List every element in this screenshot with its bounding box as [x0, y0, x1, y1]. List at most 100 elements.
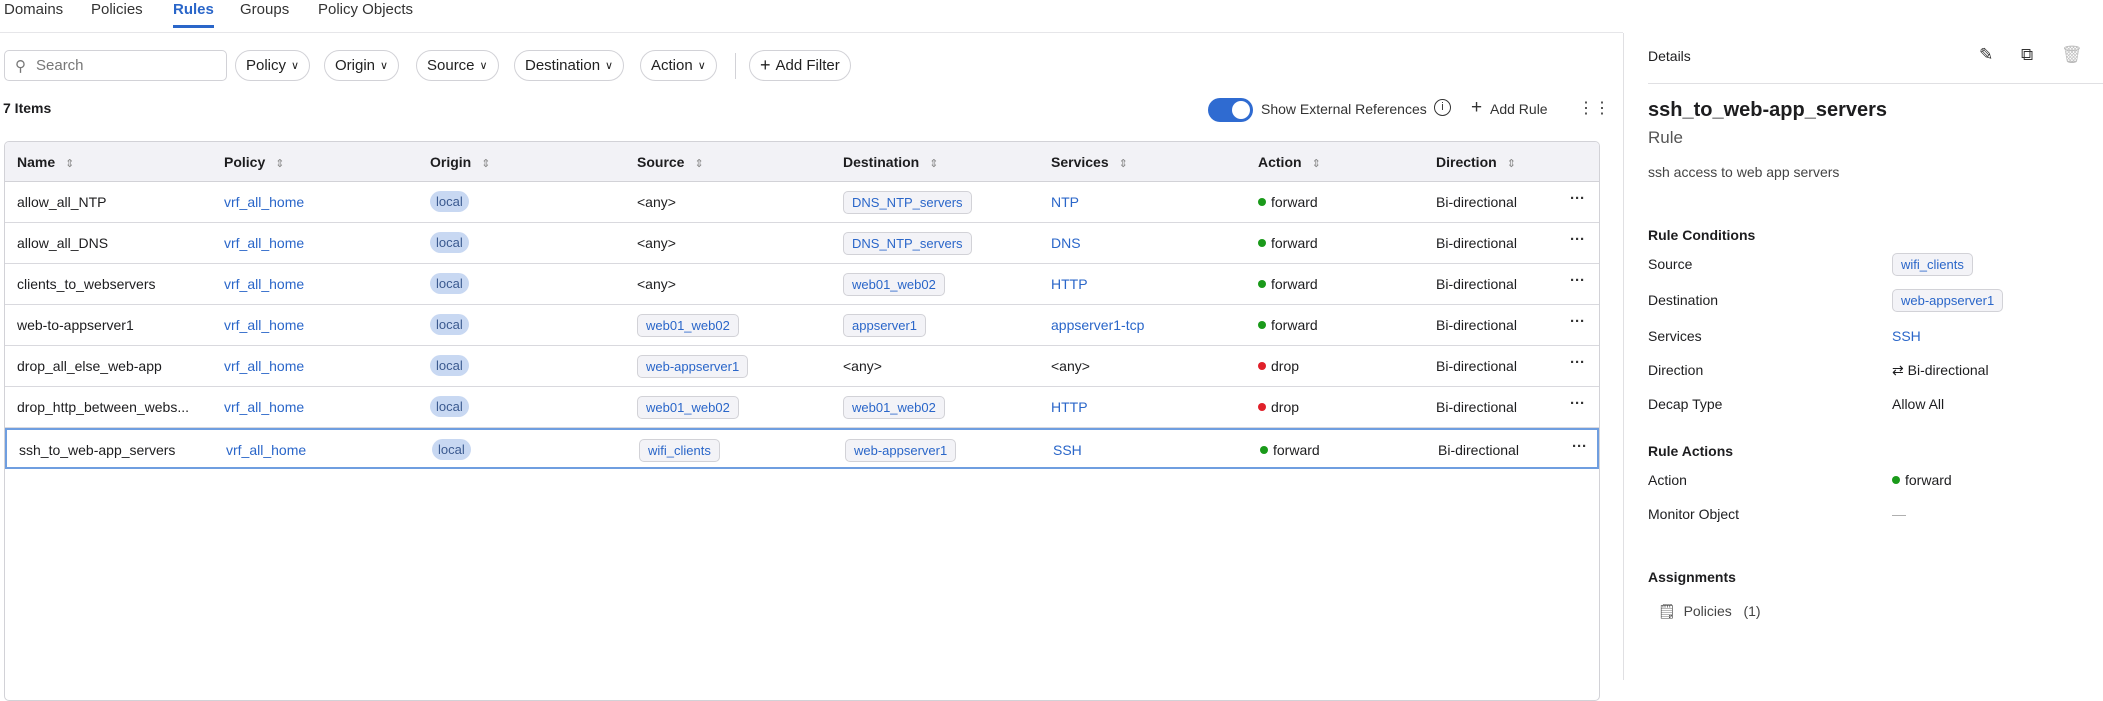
more-options-icon[interactable]: ··· — [1570, 190, 1585, 207]
sort-icon[interactable]: ⇕ — [694, 158, 703, 170]
add-rule-button[interactable]: Add Rule — [1490, 101, 1548, 117]
more-options-icon[interactable]: ··· — [1570, 395, 1585, 412]
more-options-icon[interactable]: ··· — [1570, 272, 1585, 289]
services-label: Services — [1648, 328, 1702, 344]
policy-link[interactable]: vrf_all_home — [224, 235, 304, 251]
tab-policies[interactable]: Policies — [91, 1, 143, 18]
more-options-icon[interactable]: ··· — [1572, 438, 1587, 455]
source-tag[interactable]: web01_web02 — [637, 314, 739, 337]
search-input[interactable]: ⚲ Search — [4, 50, 227, 81]
destination-tag[interactable]: web-appserver1 — [1892, 289, 2004, 312]
policy-link[interactable]: vrf_all_home — [226, 442, 306, 458]
table-row[interactable]: web-to-appserver1 vrf_all_home local web… — [5, 305, 1599, 346]
source-tag[interactable]: wifi_clients — [639, 439, 720, 462]
column-header-policy[interactable]: Policy ⇕ — [224, 154, 284, 170]
source-value: <any> — [637, 276, 676, 292]
filter-action[interactable]: Action ∨ — [640, 50, 717, 81]
search-icon: ⚲ — [15, 57, 26, 75]
copy-icon[interactable]: ⧉ — [2021, 45, 2033, 65]
filter-policy[interactable]: Policy ∨ — [235, 50, 311, 81]
table-header: Name ⇕ Policy ⇕ Origin ⇕ Source ⇕ Destination ⇕ Se… — [5, 142, 1599, 182]
decap-type-value: Allow All — [1892, 396, 1945, 412]
table-row[interactable]: drop_all_else_web-app vrf_all_home local… — [5, 346, 1599, 387]
policy-link[interactable]: vrf_all_home — [224, 276, 304, 292]
column-header-direction[interactable]: Direction ⇕ — [1436, 154, 1516, 170]
action-value: forward — [1258, 194, 1318, 210]
services-value[interactable]: NTP — [1051, 194, 1079, 210]
policy-link[interactable]: vrf_all_home — [224, 317, 304, 333]
edit-icon[interactable]: ✎ — [1979, 45, 1993, 65]
items-count: 7 Items — [3, 100, 52, 116]
add-filter-button[interactable]: + Add Filter — [749, 50, 851, 81]
policy-link[interactable]: vrf_all_home — [224, 358, 304, 374]
column-header-name[interactable]: Name ⇕ — [17, 154, 74, 170]
plus-icon: + — [760, 55, 771, 75]
filter-source[interactable]: Source ∨ — [416, 50, 499, 81]
monitor-object-label: Monitor Object — [1648, 506, 1740, 522]
origin-badge: local — [430, 232, 469, 253]
table-row[interactable]: allow_all_NTP vrf_all_home local <any> DN… — [5, 182, 1599, 223]
sort-icon[interactable]: ⇕ — [1119, 158, 1128, 170]
filter-destination[interactable]: Destination ∨ — [514, 50, 625, 81]
direction-label: Direction — [1648, 362, 1704, 378]
origin-badge: local — [430, 355, 469, 376]
action-value: forward — [1258, 235, 1318, 251]
policy-link[interactable]: vrf_all_home — [224, 399, 304, 415]
chevron-down-icon: ∨ — [697, 60, 706, 72]
more-options-icon[interactable]: ··· — [1570, 313, 1585, 330]
show-external-references-toggle[interactable] — [1208, 98, 1253, 122]
filter-origin[interactable]: Origin ∨ — [324, 50, 400, 81]
status-dot — [1892, 476, 1900, 484]
more-options-icon[interactable]: ··· — [1570, 354, 1585, 371]
sort-icon[interactable]: ⇕ — [1507, 158, 1516, 170]
details-header: Details — [1648, 48, 1691, 64]
table-row[interactable]: allow_all_DNS vrf_all_home local <any> DN… — [5, 223, 1599, 264]
destination-tag[interactable]: DNS_NTP_servers — [843, 232, 972, 255]
services-value[interactable]: HTTP — [1051, 276, 1088, 292]
sort-icon[interactable]: ⇕ — [275, 158, 284, 170]
table-row[interactable]: ssh_to_web-app_servers vrf_all_home loca… — [5, 428, 1599, 469]
destination-tag[interactable]: web01_web02 — [843, 396, 945, 419]
source-tag[interactable]: web-appserver1 — [637, 355, 749, 378]
direction-value: Bi-directional — [1436, 399, 1517, 415]
column-header-source[interactable]: Source ⇕ — [637, 154, 704, 170]
policies-assignment[interactable]: 🗒 Policies (1) — [1658, 603, 1761, 620]
sort-icon[interactable]: ⇕ — [481, 158, 490, 170]
destination-tag[interactable]: appserver1 — [843, 314, 927, 337]
destination-tag[interactable]: web-appserver1 — [845, 439, 957, 462]
rule-name: web-to-appserver1 — [17, 317, 134, 333]
monitor-object-value: — — [1892, 506, 1906, 522]
column-header-origin[interactable]: Origin ⇕ — [430, 154, 490, 170]
column-header-action[interactable]: Action ⇕ — [1258, 154, 1321, 170]
services-value[interactable]: appserver1-tcp — [1051, 317, 1144, 333]
more-options-icon[interactable]: ··· — [1570, 231, 1585, 248]
column-header-destination[interactable]: Destination ⇕ — [843, 154, 938, 170]
trash-icon[interactable]: 🗑 — [2061, 45, 2083, 65]
rule-type: Rule — [1648, 128, 1683, 147]
chevron-down-icon: ∨ — [605, 60, 614, 72]
source-tag[interactable]: wifi_clients — [1892, 253, 1973, 276]
column-header-services[interactable]: Services ⇕ — [1051, 154, 1128, 170]
policy-link[interactable]: vrf_all_home — [224, 194, 304, 210]
services-value[interactable]: SSH — [1053, 442, 1082, 458]
tab-policy-objects[interactable]: Policy Objects — [318, 1, 413, 18]
table-row[interactable]: clients_to_webservers vrf_all_home local… — [5, 264, 1599, 305]
tab-domains[interactable]: Domains — [4, 1, 63, 18]
info-icon[interactable]: i — [1434, 99, 1451, 116]
tab-groups[interactable]: Groups — [240, 1, 289, 18]
sort-icon[interactable]: ⇕ — [1312, 158, 1321, 170]
services-link[interactable]: SSH — [1892, 328, 1921, 344]
sort-icon[interactable]: ⇕ — [929, 158, 938, 170]
services-value[interactable]: HTTP — [1051, 399, 1088, 415]
column-settings-icon[interactable]: ⋮⋮ — [1578, 98, 1610, 118]
source-tag[interactable]: web01_web02 — [637, 396, 739, 419]
sort-icon[interactable]: ⇕ — [65, 158, 74, 170]
services-value[interactable]: DNS — [1051, 235, 1081, 251]
table-row[interactable]: drop_http_between_webs... vrf_all_home l… — [5, 387, 1599, 428]
destination-tag[interactable]: DNS_NTP_servers — [843, 191, 972, 214]
destination-tag[interactable]: web01_web02 — [843, 273, 945, 296]
bidirectional-arrows-icon: ⇄ — [1892, 362, 1904, 378]
tab-rules[interactable]: Rules — [173, 1, 214, 28]
direction-value: Bi-directional — [1436, 276, 1517, 292]
assignments-heading: Assignments — [1648, 569, 1736, 585]
